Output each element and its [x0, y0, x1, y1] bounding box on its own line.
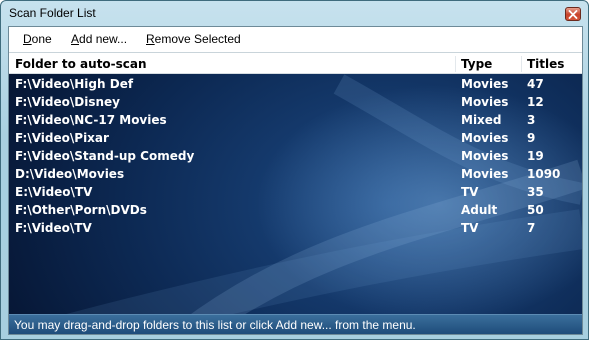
titles-count: 1090 — [527, 167, 561, 181]
column-divider[interactable] — [521, 56, 522, 72]
titles-count: 3 — [527, 113, 536, 127]
menu-add-label: dd new... — [79, 32, 128, 46]
titles-count: 9 — [527, 131, 536, 145]
menu-remove-accel: R — [146, 32, 155, 46]
column-header-folder[interactable]: Folder to auto-scan — [15, 57, 147, 71]
menu-done-accel: D — [23, 32, 32, 46]
column-divider[interactable] — [455, 56, 456, 72]
client-area: Done Add new... Remove Selected Folder t… — [8, 26, 583, 335]
folder-path: F:\Video\Pixar — [15, 131, 109, 145]
folder-type: Movies — [461, 149, 509, 163]
folder-path: F:\Video\TV — [15, 221, 92, 235]
close-button[interactable] — [565, 7, 581, 21]
folder-path: F:\Video\Stand-up Comedy — [15, 149, 195, 163]
folder-list[interactable]: Folder to auto-scan Type Titles F:\Video… — [9, 54, 582, 334]
menu-add-new[interactable]: Add new... — [71, 32, 127, 46]
list-row[interactable]: F:\Video\Disney Movies 12 — [9, 93, 582, 111]
menu-remove-label: emove Selected — [154, 32, 241, 46]
folder-path: E:\Video\TV — [15, 185, 93, 199]
titles-count: 47 — [527, 77, 544, 91]
folder-type: TV — [461, 185, 479, 199]
column-header-type[interactable]: Type — [461, 57, 492, 71]
folder-type: Movies — [461, 95, 509, 109]
list-row[interactable]: F:\Video\Pixar Movies 9 — [9, 129, 582, 147]
titles-count: 7 — [527, 221, 536, 235]
list-row[interactable]: D:\Video\Movies Movies 1090 — [9, 165, 582, 183]
menu-add-accel: A — [71, 32, 80, 46]
list-row[interactable]: F:\Video\High Def Movies 47 — [9, 75, 582, 93]
folder-type: Adult — [461, 203, 498, 217]
menu-done-label: one — [31, 32, 52, 46]
folder-path: F:\Other\Porn\DVDs — [15, 203, 147, 217]
close-icon — [568, 9, 578, 19]
scan-folder-window: Scan Folder List Done Add new... Remove … — [0, 0, 589, 340]
window-title: Scan Folder List — [9, 6, 96, 20]
folder-type: Movies — [461, 167, 509, 181]
status-bar: You may drag-and-drop folders to this li… — [9, 314, 582, 334]
folder-type: Movies — [461, 131, 509, 145]
folder-path: F:\Video\NC-17 Movies — [15, 113, 167, 127]
folder-path: F:\Video\Disney — [15, 95, 120, 109]
menu-done[interactable]: Done — [23, 32, 52, 46]
titles-count: 12 — [527, 95, 544, 109]
list-row[interactable]: F:\Video\NC-17 Movies Mixed 3 — [9, 111, 582, 129]
list-row[interactable]: F:\Video\Stand-up Comedy Movies 19 — [9, 147, 582, 165]
folder-path: D:\Video\Movies — [15, 167, 125, 181]
menu-remove-selected[interactable]: Remove Selected — [146, 32, 241, 46]
menu-bar: Done Add new... Remove Selected — [9, 27, 582, 53]
folder-path: F:\Video\High Def — [15, 77, 134, 91]
status-hint: You may drag-and-drop folders to this li… — [14, 318, 416, 332]
titles-count: 50 — [527, 203, 544, 217]
folder-type: TV — [461, 221, 479, 235]
title-bar[interactable]: Scan Folder List — [1, 1, 588, 25]
folder-type: Mixed — [461, 113, 502, 127]
list-row[interactable]: F:\Other\Porn\DVDs Adult 50 — [9, 201, 582, 219]
titles-count: 35 — [527, 185, 544, 199]
list-header: Folder to auto-scan Type Titles — [9, 54, 582, 74]
list-row[interactable]: F:\Video\TV TV 7 — [9, 219, 582, 237]
titles-count: 19 — [527, 149, 544, 163]
column-header-titles[interactable]: Titles — [527, 57, 564, 71]
folder-type: Movies — [461, 77, 509, 91]
list-rows: F:\Video\High Def Movies 47 F:\Video\Dis… — [9, 75, 582, 237]
list-row[interactable]: E:\Video\TV TV 35 — [9, 183, 582, 201]
